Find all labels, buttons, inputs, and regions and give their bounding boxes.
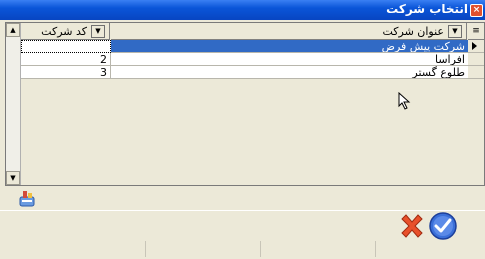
window: × انتخاب شرکت ▲ ▼ کد شرکت ▼ عنوان شرکت ▼… xyxy=(0,0,485,259)
cell-code[interactable] xyxy=(21,40,111,53)
divider xyxy=(260,241,261,257)
row-indicator[interactable] xyxy=(468,66,484,79)
window-title: انتخاب شرکت xyxy=(386,2,468,16)
ok-check-icon[interactable] xyxy=(428,211,458,241)
divider xyxy=(375,241,376,257)
row-indicator[interactable] xyxy=(468,40,484,53)
cell-code[interactable]: 2 xyxy=(21,53,111,66)
column-chooser-icon[interactable]: ≡ xyxy=(468,23,484,40)
close-icon[interactable]: × xyxy=(470,4,483,17)
mouse-pointer-icon xyxy=(398,92,411,110)
chevron-down-icon[interactable]: ▼ xyxy=(448,25,462,38)
vertical-scrollbar[interactable]: ▲ ▼ xyxy=(6,23,21,185)
cell-title[interactable]: افراسا xyxy=(111,53,468,66)
column-header-title[interactable]: عنوان شرکت ▼ xyxy=(111,23,467,40)
table-row[interactable]: 2 افراسا xyxy=(21,53,468,66)
current-row-pointer-icon xyxy=(472,42,477,50)
scroll-down-button[interactable]: ▼ xyxy=(6,171,20,185)
grid-toolbar xyxy=(0,187,485,209)
report-icon[interactable] xyxy=(18,189,38,207)
cancel-x-icon[interactable] xyxy=(399,213,425,239)
company-grid: ▲ ▼ کد شرکت ▼ عنوان شرکت ▼ ≡ شرکت پیش فر… xyxy=(5,22,485,186)
column-header-title-label: عنوان شرکت xyxy=(382,25,444,38)
column-header-code[interactable]: کد شرکت ▼ xyxy=(21,23,110,40)
title-bar: × انتخاب شرکت xyxy=(0,0,485,20)
column-header-code-label: کد شرکت xyxy=(41,25,87,38)
scroll-up-button[interactable]: ▲ xyxy=(6,23,20,37)
table-row[interactable]: 3 طلوع گستر xyxy=(21,66,468,79)
cell-code[interactable]: 3 xyxy=(21,66,111,79)
cell-title[interactable]: طلوع گستر xyxy=(111,66,468,79)
divider xyxy=(145,241,146,257)
table-row[interactable]: شرکت پیش فرض xyxy=(21,40,468,53)
row-indicator[interactable] xyxy=(468,53,484,66)
chevron-down-icon[interactable]: ▼ xyxy=(91,25,105,38)
cell-title[interactable]: شرکت پیش فرض xyxy=(111,40,468,53)
